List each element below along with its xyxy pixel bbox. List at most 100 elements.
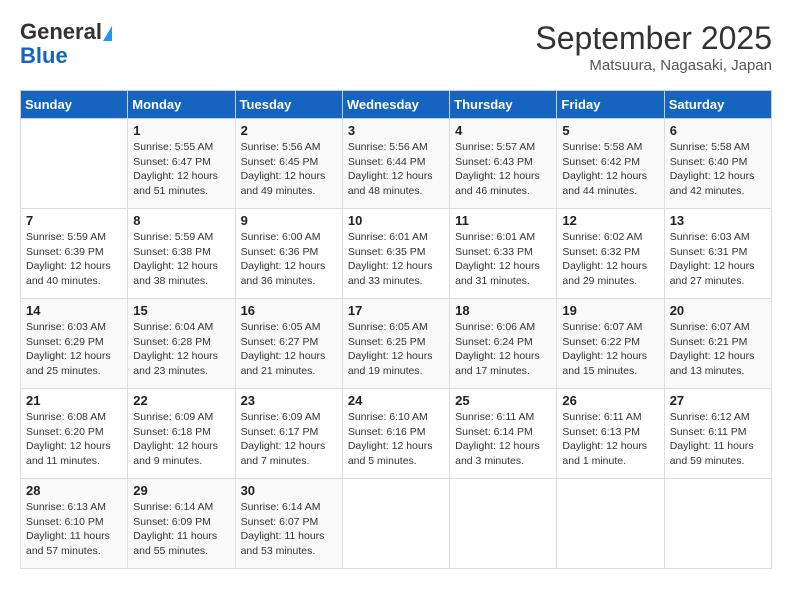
calendar-cell [342, 479, 449, 569]
day-number: 22 [133, 393, 229, 408]
dow-thursday: Thursday [450, 91, 557, 119]
calendar-week-3: 14 Sunrise: 6:03 AM Sunset: 6:29 PM Dayli… [21, 299, 772, 389]
day-number: 3 [348, 123, 444, 138]
calendar-week-2: 7 Sunrise: 5:59 AM Sunset: 6:39 PM Daylig… [21, 209, 772, 299]
calendar-cell [21, 119, 128, 209]
calendar-cell: 29Sunrise: 6:14 AM Sunset: 6:09 PM Dayli… [128, 479, 235, 569]
month-title: September 2025 [535, 20, 772, 57]
calendar-week-1: 1 Sunrise: 5:55 AM Sunset: 6:47 PM Daylig… [21, 119, 772, 209]
calendar-cell: 14 Sunrise: 6:03 AM Sunset: 6:29 PM Dayli… [21, 299, 128, 389]
day-number: 12 [562, 213, 658, 228]
days-of-week-header: SundayMondayTuesdayWednesdayThursdayFrid… [21, 91, 772, 119]
day-number: 25 [455, 393, 551, 408]
calendar-cell: 9 Sunrise: 6:00 AM Sunset: 6:36 PM Daylig… [235, 209, 342, 299]
calendar-cell: 26 Sunrise: 6:11 AM Sunset: 6:13 PM Dayli… [557, 389, 664, 479]
calendar-cell: 12 Sunrise: 6:02 AM Sunset: 6:32 PM Dayli… [557, 209, 664, 299]
calendar-cell: 16 Sunrise: 6:05 AM Sunset: 6:27 PM Dayli… [235, 299, 342, 389]
day-number: 11 [455, 213, 551, 228]
day-number: 18 [455, 303, 551, 318]
day-info: Sunrise: 5:56 AM Sunset: 6:45 PM Dayligh… [241, 140, 337, 199]
dow-friday: Friday [557, 91, 664, 119]
day-number: 20 [670, 303, 766, 318]
day-info: Sunrise: 6:11 AM Sunset: 6:13 PM Dayligh… [562, 410, 658, 469]
dow-monday: Monday [128, 91, 235, 119]
day-number: 24 [348, 393, 444, 408]
calendar-cell: 15 Sunrise: 6:04 AM Sunset: 6:28 PM Dayli… [128, 299, 235, 389]
dow-saturday: Saturday [664, 91, 771, 119]
calendar-cell: 5 Sunrise: 5:58 AM Sunset: 6:42 PM Daylig… [557, 119, 664, 209]
dow-tuesday: Tuesday [235, 91, 342, 119]
day-info: Sunrise: 6:05 AM Sunset: 6:25 PM Dayligh… [348, 320, 444, 379]
calendar-cell: 18 Sunrise: 6:06 AM Sunset: 6:24 PM Dayli… [450, 299, 557, 389]
day-number: 9 [241, 213, 337, 228]
calendar-cell: 6 Sunrise: 5:58 AM Sunset: 6:40 PM Daylig… [664, 119, 771, 209]
day-info: Sunrise: 6:07 AM Sunset: 6:21 PM Dayligh… [670, 320, 766, 379]
day-info: Sunrise: 6:07 AM Sunset: 6:22 PM Dayligh… [562, 320, 658, 379]
title-block: September 2025 Matsuura, Nagasaki, Japan [535, 20, 772, 74]
day-number: 8 [133, 213, 229, 228]
day-info: Sunrise: 5:57 AM Sunset: 6:43 PM Dayligh… [455, 140, 551, 199]
calendar-cell [557, 479, 664, 569]
day-number: 5 [562, 123, 658, 138]
day-number: 28 [26, 483, 122, 498]
day-info: Sunrise: 6:01 AM Sunset: 6:33 PM Dayligh… [455, 230, 551, 289]
dow-wednesday: Wednesday [342, 91, 449, 119]
calendar-cell: 25 Sunrise: 6:11 AM Sunset: 6:14 PM Dayli… [450, 389, 557, 479]
calendar-cell: 21 Sunrise: 6:08 AM Sunset: 6:20 PM Dayli… [21, 389, 128, 479]
calendar-body: 1 Sunrise: 5:55 AM Sunset: 6:47 PM Daylig… [21, 119, 772, 569]
calendar-week-5: 28 Sunrise: 6:13 AM Sunset: 6:10 PM Dayli… [21, 479, 772, 569]
day-info: Sunrise: 5:55 AM Sunset: 6:47 PM Dayligh… [133, 140, 229, 199]
location: Matsuura, Nagasaki, Japan [535, 57, 772, 74]
calendar-cell: 13 Sunrise: 6:03 AM Sunset: 6:31 PM Dayli… [664, 209, 771, 299]
day-number: 21 [26, 393, 122, 408]
day-info: Sunrise: 5:58 AM Sunset: 6:42 PM Dayligh… [562, 140, 658, 199]
calendar-week-4: 21 Sunrise: 6:08 AM Sunset: 6:20 PM Dayli… [21, 389, 772, 479]
calendar-cell: 28 Sunrise: 6:13 AM Sunset: 6:10 PM Dayli… [21, 479, 128, 569]
logo-blue-text: Blue [20, 43, 68, 68]
dow-sunday: Sunday [21, 91, 128, 119]
calendar-cell: 2 Sunrise: 5:56 AM Sunset: 6:45 PM Daylig… [235, 119, 342, 209]
day-number: 6 [670, 123, 766, 138]
day-info: Sunrise: 6:00 AM Sunset: 6:36 PM Dayligh… [241, 230, 337, 289]
day-info: Sunrise: 5:59 AM Sunset: 6:39 PM Dayligh… [26, 230, 122, 289]
day-number: 14 [26, 303, 122, 318]
calendar-cell: 3Sunrise: 5:56 AM Sunset: 6:44 PM Daylig… [342, 119, 449, 209]
day-number: 7 [26, 213, 122, 228]
day-info: Sunrise: 6:03 AM Sunset: 6:31 PM Dayligh… [670, 230, 766, 289]
day-info: Sunrise: 6:02 AM Sunset: 6:32 PM Dayligh… [562, 230, 658, 289]
day-info: Sunrise: 6:12 AM Sunset: 6:11 PM Dayligh… [670, 410, 766, 469]
calendar-cell: 19Sunrise: 6:07 AM Sunset: 6:22 PM Dayli… [557, 299, 664, 389]
day-info: Sunrise: 5:58 AM Sunset: 6:40 PM Dayligh… [670, 140, 766, 199]
day-info: Sunrise: 6:05 AM Sunset: 6:27 PM Dayligh… [241, 320, 337, 379]
page-header: General Blue September 2025 Matsuura, Na… [20, 20, 772, 74]
calendar-cell: 23Sunrise: 6:09 AM Sunset: 6:17 PM Dayli… [235, 389, 342, 479]
day-number: 10 [348, 213, 444, 228]
day-info: Sunrise: 6:13 AM Sunset: 6:10 PM Dayligh… [26, 500, 122, 559]
day-number: 16 [241, 303, 337, 318]
calendar-cell: 24 Sunrise: 6:10 AM Sunset: 6:16 PM Dayli… [342, 389, 449, 479]
calendar-cell: 17 Sunrise: 6:05 AM Sunset: 6:25 PM Dayli… [342, 299, 449, 389]
day-number: 15 [133, 303, 229, 318]
day-info: Sunrise: 6:14 AM Sunset: 6:09 PM Dayligh… [133, 500, 229, 559]
day-info: Sunrise: 6:10 AM Sunset: 6:16 PM Dayligh… [348, 410, 444, 469]
day-info: Sunrise: 6:11 AM Sunset: 6:14 PM Dayligh… [455, 410, 551, 469]
calendar-cell: 30Sunrise: 6:14 AM Sunset: 6:07 PM Dayli… [235, 479, 342, 569]
day-info: Sunrise: 6:04 AM Sunset: 6:28 PM Dayligh… [133, 320, 229, 379]
day-number: 13 [670, 213, 766, 228]
day-number: 1 [133, 123, 229, 138]
day-info: Sunrise: 6:08 AM Sunset: 6:20 PM Dayligh… [26, 410, 122, 469]
calendar-cell [450, 479, 557, 569]
day-info: Sunrise: 5:59 AM Sunset: 6:38 PM Dayligh… [133, 230, 229, 289]
day-info: Sunrise: 6:06 AM Sunset: 6:24 PM Dayligh… [455, 320, 551, 379]
day-info: Sunrise: 6:09 AM Sunset: 6:18 PM Dayligh… [133, 410, 229, 469]
day-info: Sunrise: 6:03 AM Sunset: 6:29 PM Dayligh… [26, 320, 122, 379]
day-number: 30 [241, 483, 337, 498]
calendar-table: SundayMondayTuesdayWednesdayThursdayFrid… [20, 90, 772, 569]
calendar-cell: 27Sunrise: 6:12 AM Sunset: 6:11 PM Dayli… [664, 389, 771, 479]
logo: General Blue [20, 20, 112, 68]
day-number: 23 [241, 393, 337, 408]
day-number: 26 [562, 393, 658, 408]
day-number: 2 [241, 123, 337, 138]
day-number: 17 [348, 303, 444, 318]
day-number: 4 [455, 123, 551, 138]
